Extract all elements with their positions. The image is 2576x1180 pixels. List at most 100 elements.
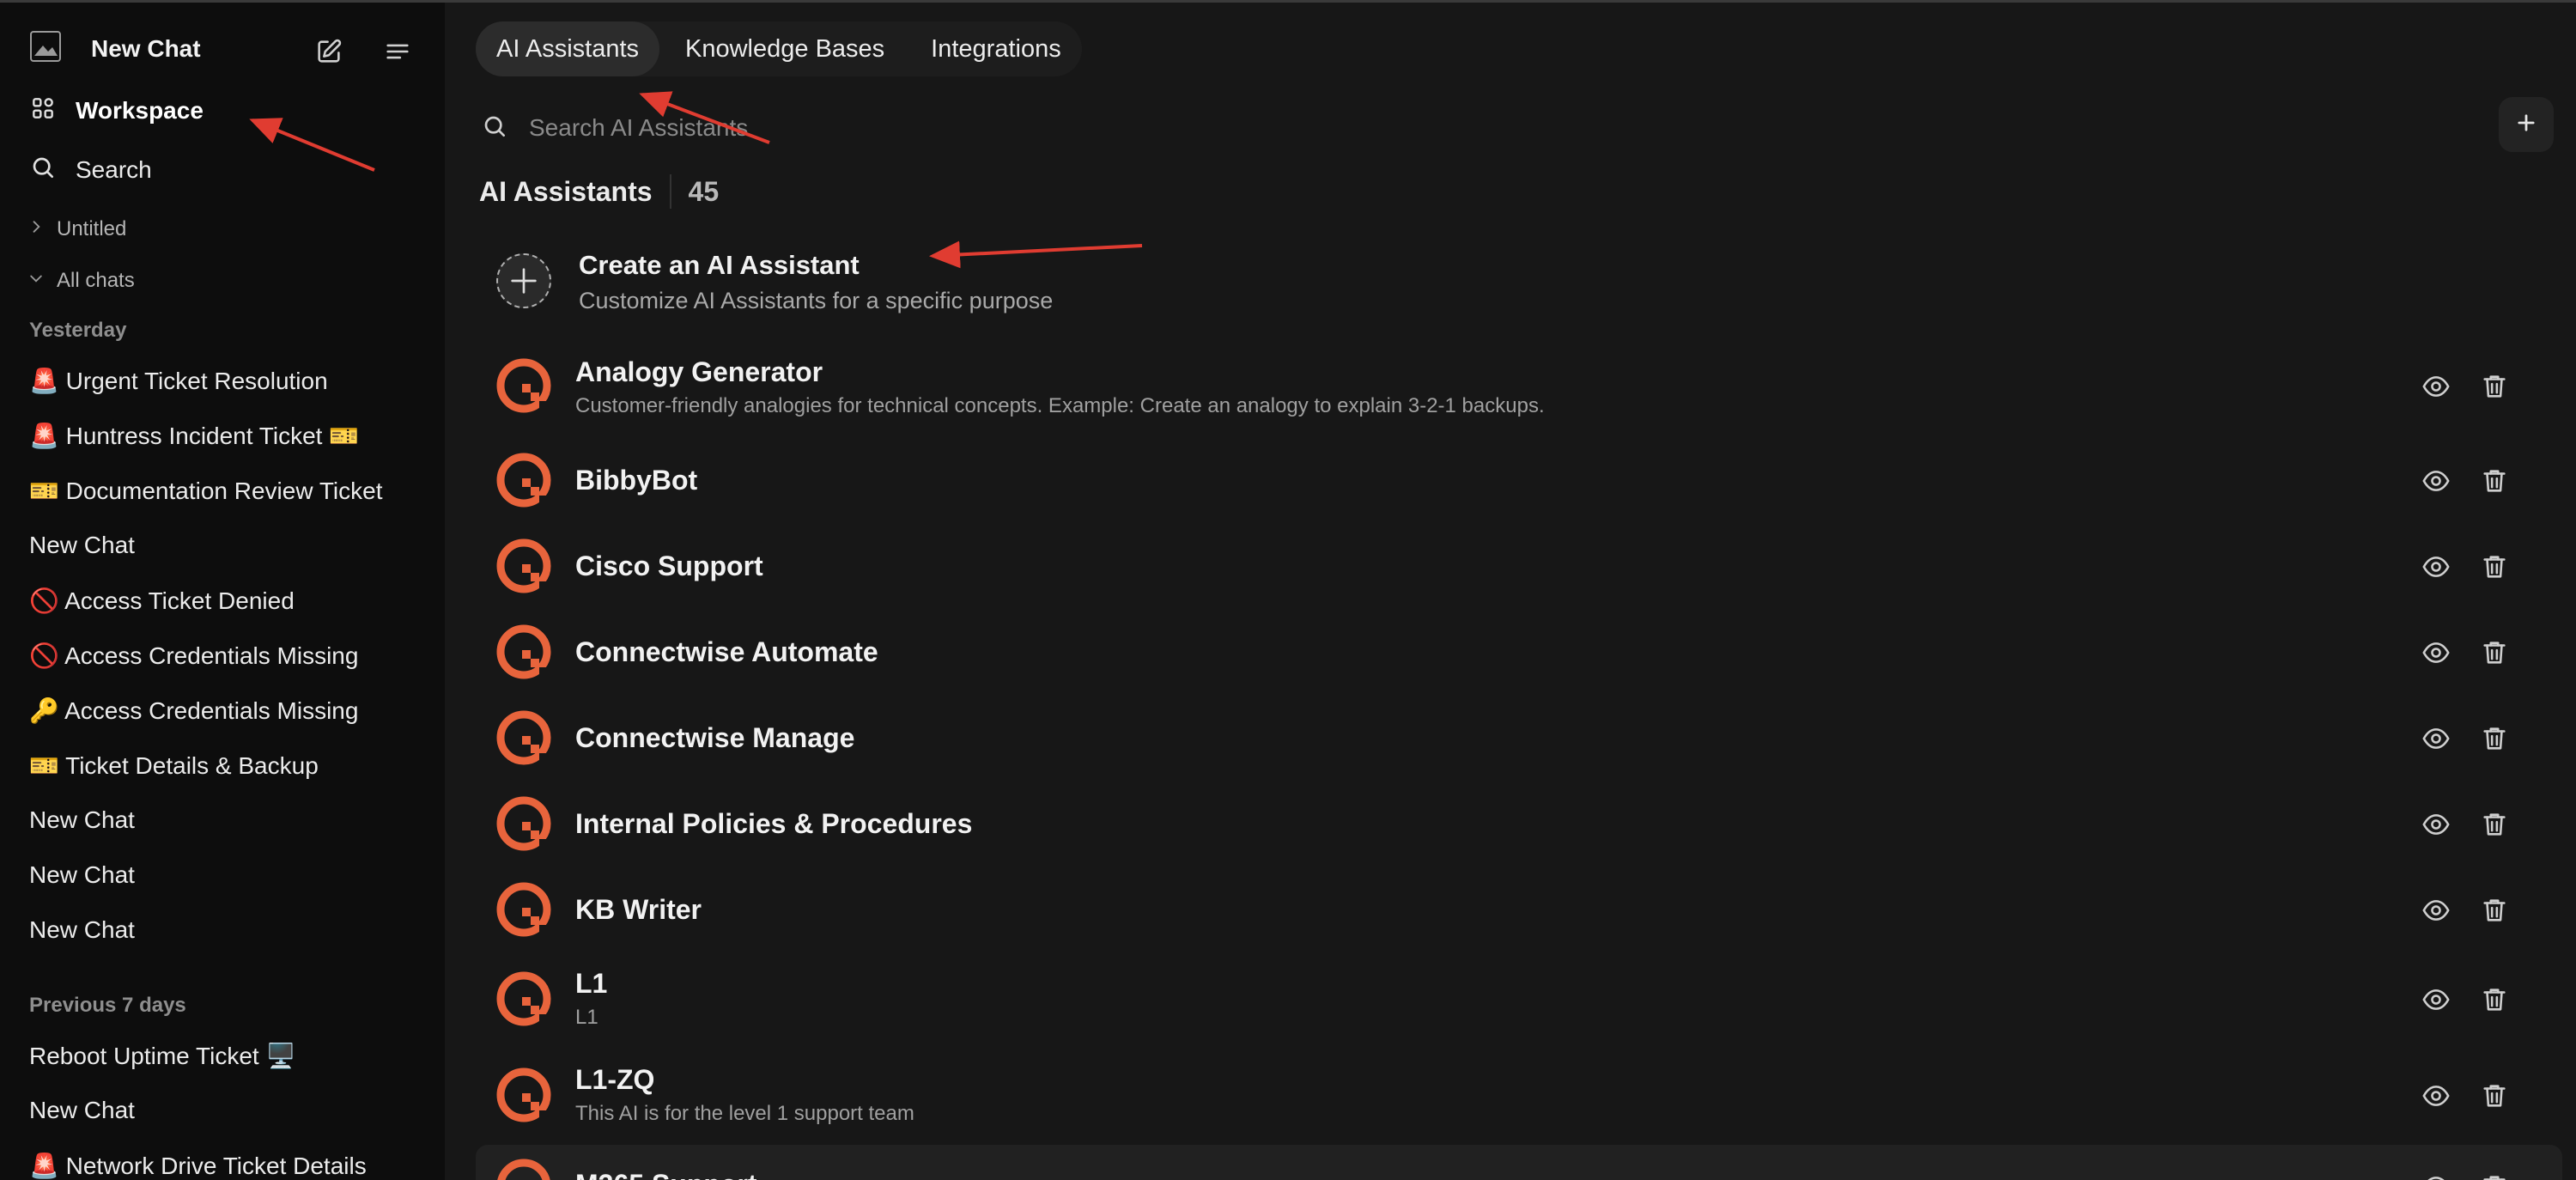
assistant-actions: [2418, 635, 2512, 671]
list-title: AI Assistants: [479, 175, 653, 207]
assistant-logo-icon: [496, 624, 551, 679]
assistant-row[interactable]: Analogy Generator Customer-friendly anal…: [476, 344, 2562, 427]
workspace-nav-item[interactable]: Workspace: [29, 87, 407, 135]
assistant-row[interactable]: Cisco Support: [476, 525, 2562, 607]
heading-divider: [669, 174, 671, 209]
workspace-main: AI Assistants Knowledge Bases Integratio…: [445, 3, 2576, 1180]
assistant-search: [481, 99, 2456, 157]
assistant-logo-icon: [496, 1159, 551, 1180]
assistant-logo-icon: [496, 710, 551, 765]
eye-icon[interactable]: [2418, 1078, 2454, 1114]
trash-icon[interactable]: [2476, 1169, 2512, 1180]
app-logo-icon[interactable]: [29, 30, 62, 63]
assistant-actions: [2418, 721, 2512, 757]
search-nav-label: Search: [76, 156, 152, 183]
assistant-row[interactable]: M365 Support: [476, 1145, 2562, 1180]
eye-icon[interactable]: [2418, 1169, 2454, 1180]
trash-icon[interactable]: [2476, 892, 2512, 928]
chat-item[interactable]: Reboot Uptime Ticket 🖥️: [29, 1042, 424, 1070]
assistant-name: L1: [575, 968, 608, 999]
eye-icon[interactable]: [2418, 635, 2454, 671]
assistants-heading: AI Assistants 45: [479, 174, 719, 209]
add-assistant-button[interactable]: [2499, 97, 2554, 152]
eye-icon[interactable]: [2418, 806, 2454, 842]
assistant-logo-icon: [496, 971, 551, 1026]
assistant-row[interactable]: KB Writer: [476, 868, 2562, 951]
chat-item[interactable]: New Chat: [29, 916, 424, 944]
trash-icon[interactable]: [2476, 982, 2512, 1018]
assistant-description: L1: [575, 1006, 598, 1029]
assistant-row[interactable]: Internal Policies & Procedures: [476, 782, 2562, 865]
chat-item[interactable]: 🚨 Urgent Ticket Resolution: [29, 367, 424, 395]
assistant-row[interactable]: L1-ZQ This AI is for the level 1 support…: [476, 1054, 2562, 1136]
chat-item[interactable]: 🚨 Huntress Incident Ticket 🎫: [29, 422, 424, 450]
chat-item[interactable]: 🎫 Documentation Review Ticket: [29, 477, 424, 505]
assistant-row[interactable]: Connectwise Manage: [476, 696, 2562, 779]
tab-integrations[interactable]: Integrations: [910, 21, 1082, 76]
folder-label: Untitled: [57, 217, 127, 240]
search-nav-item[interactable]: Search: [29, 146, 407, 194]
assistant-name: BibbyBot: [575, 465, 698, 496]
assistant-name: Cisco Support: [575, 550, 763, 581]
folder-label: All chats: [57, 269, 135, 292]
trash-icon[interactable]: [2476, 635, 2512, 671]
new-chat-link[interactable]: New Chat: [91, 35, 201, 63]
chat-item[interactable]: New Chat: [29, 861, 424, 889]
create-assistant-row[interactable]: Create an AI Assistant Customize AI Assi…: [479, 234, 1767, 329]
workspace-label: Workspace: [76, 97, 204, 124]
create-assistant-title: Create an AI Assistant: [579, 250, 860, 280]
tab-knowledge-bases[interactable]: Knowledge Bases: [665, 21, 905, 76]
eye-icon[interactable]: [2418, 892, 2454, 928]
assistant-row[interactable]: Connectwise Automate: [476, 611, 2562, 693]
trash-icon[interactable]: [2476, 368, 2512, 404]
assistant-actions: [2418, 549, 2512, 585]
trash-icon[interactable]: [2476, 806, 2512, 842]
trash-icon[interactable]: [2476, 721, 2512, 757]
assistant-row[interactable]: L1 L1: [476, 958, 2562, 1040]
folder-all-chats[interactable]: All chats: [27, 269, 135, 293]
chat-item[interactable]: New Chat: [29, 532, 424, 559]
chat-item[interactable]: 🚫 Access Ticket Denied: [29, 587, 424, 615]
eye-icon[interactable]: [2418, 368, 2454, 404]
assistant-logo-icon: [496, 538, 551, 593]
assistant-name: KB Writer: [575, 894, 702, 925]
sidebar-header: New Chat: [29, 30, 416, 73]
tab-ai-assistants[interactable]: AI Assistants: [476, 21, 660, 76]
eye-icon[interactable]: [2418, 982, 2454, 1018]
folder-untitled[interactable]: Untitled: [27, 217, 126, 241]
trash-icon[interactable]: [2476, 1078, 2512, 1114]
assistant-count: 45: [688, 175, 720, 207]
grid-icon: [29, 94, 57, 128]
menu-lines-icon[interactable]: [380, 33, 416, 70]
assistant-name: Analogy Generator: [575, 356, 823, 387]
assistant-logo-icon: [496, 358, 551, 413]
eye-icon[interactable]: [2418, 463, 2454, 499]
eye-icon[interactable]: [2418, 549, 2454, 585]
assistant-actions: [2418, 982, 2512, 1018]
chat-item[interactable]: 🎫 Ticket Details & Backup: [29, 751, 424, 780]
chat-item[interactable]: 🚨 Network Drive Ticket Details: [29, 1152, 424, 1180]
assistant-logo-icon: [496, 1067, 551, 1122]
chat-item[interactable]: New Chat: [29, 1097, 424, 1124]
assistant-actions: [2418, 1078, 2512, 1114]
plus-icon: [496, 253, 551, 308]
assistant-actions: [2418, 463, 2512, 499]
eye-icon[interactable]: [2418, 721, 2454, 757]
assistant-logo-icon: [496, 882, 551, 937]
pencil-square-icon[interactable]: [311, 33, 347, 70]
assistant-row[interactable]: BibbyBot: [476, 439, 2562, 521]
assistant-logo-icon: [496, 796, 551, 851]
group-label-yesterday: Yesterday: [29, 319, 127, 342]
search-input[interactable]: [529, 114, 1559, 142]
chat-item[interactable]: 🔑 Access Credentials Missing: [29, 696, 424, 725]
trash-icon[interactable]: [2476, 463, 2512, 499]
chat-item[interactable]: New Chat: [29, 806, 424, 834]
trash-icon[interactable]: [2476, 549, 2512, 585]
assistant-name: M365 Support: [575, 1169, 757, 1180]
sidebar: New Chat Workspace Search Untitled All c…: [0, 3, 445, 1180]
assistant-name: Connectwise Manage: [575, 722, 855, 753]
chat-item[interactable]: 🚫 Access Credentials Missing: [29, 642, 424, 670]
assistant-description: Customer-friendly analogies for technica…: [575, 394, 1545, 417]
create-assistant-subtitle: Customize AI Assistants for a specific p…: [579, 288, 1054, 313]
assistant-name: L1-ZQ: [575, 1064, 655, 1095]
